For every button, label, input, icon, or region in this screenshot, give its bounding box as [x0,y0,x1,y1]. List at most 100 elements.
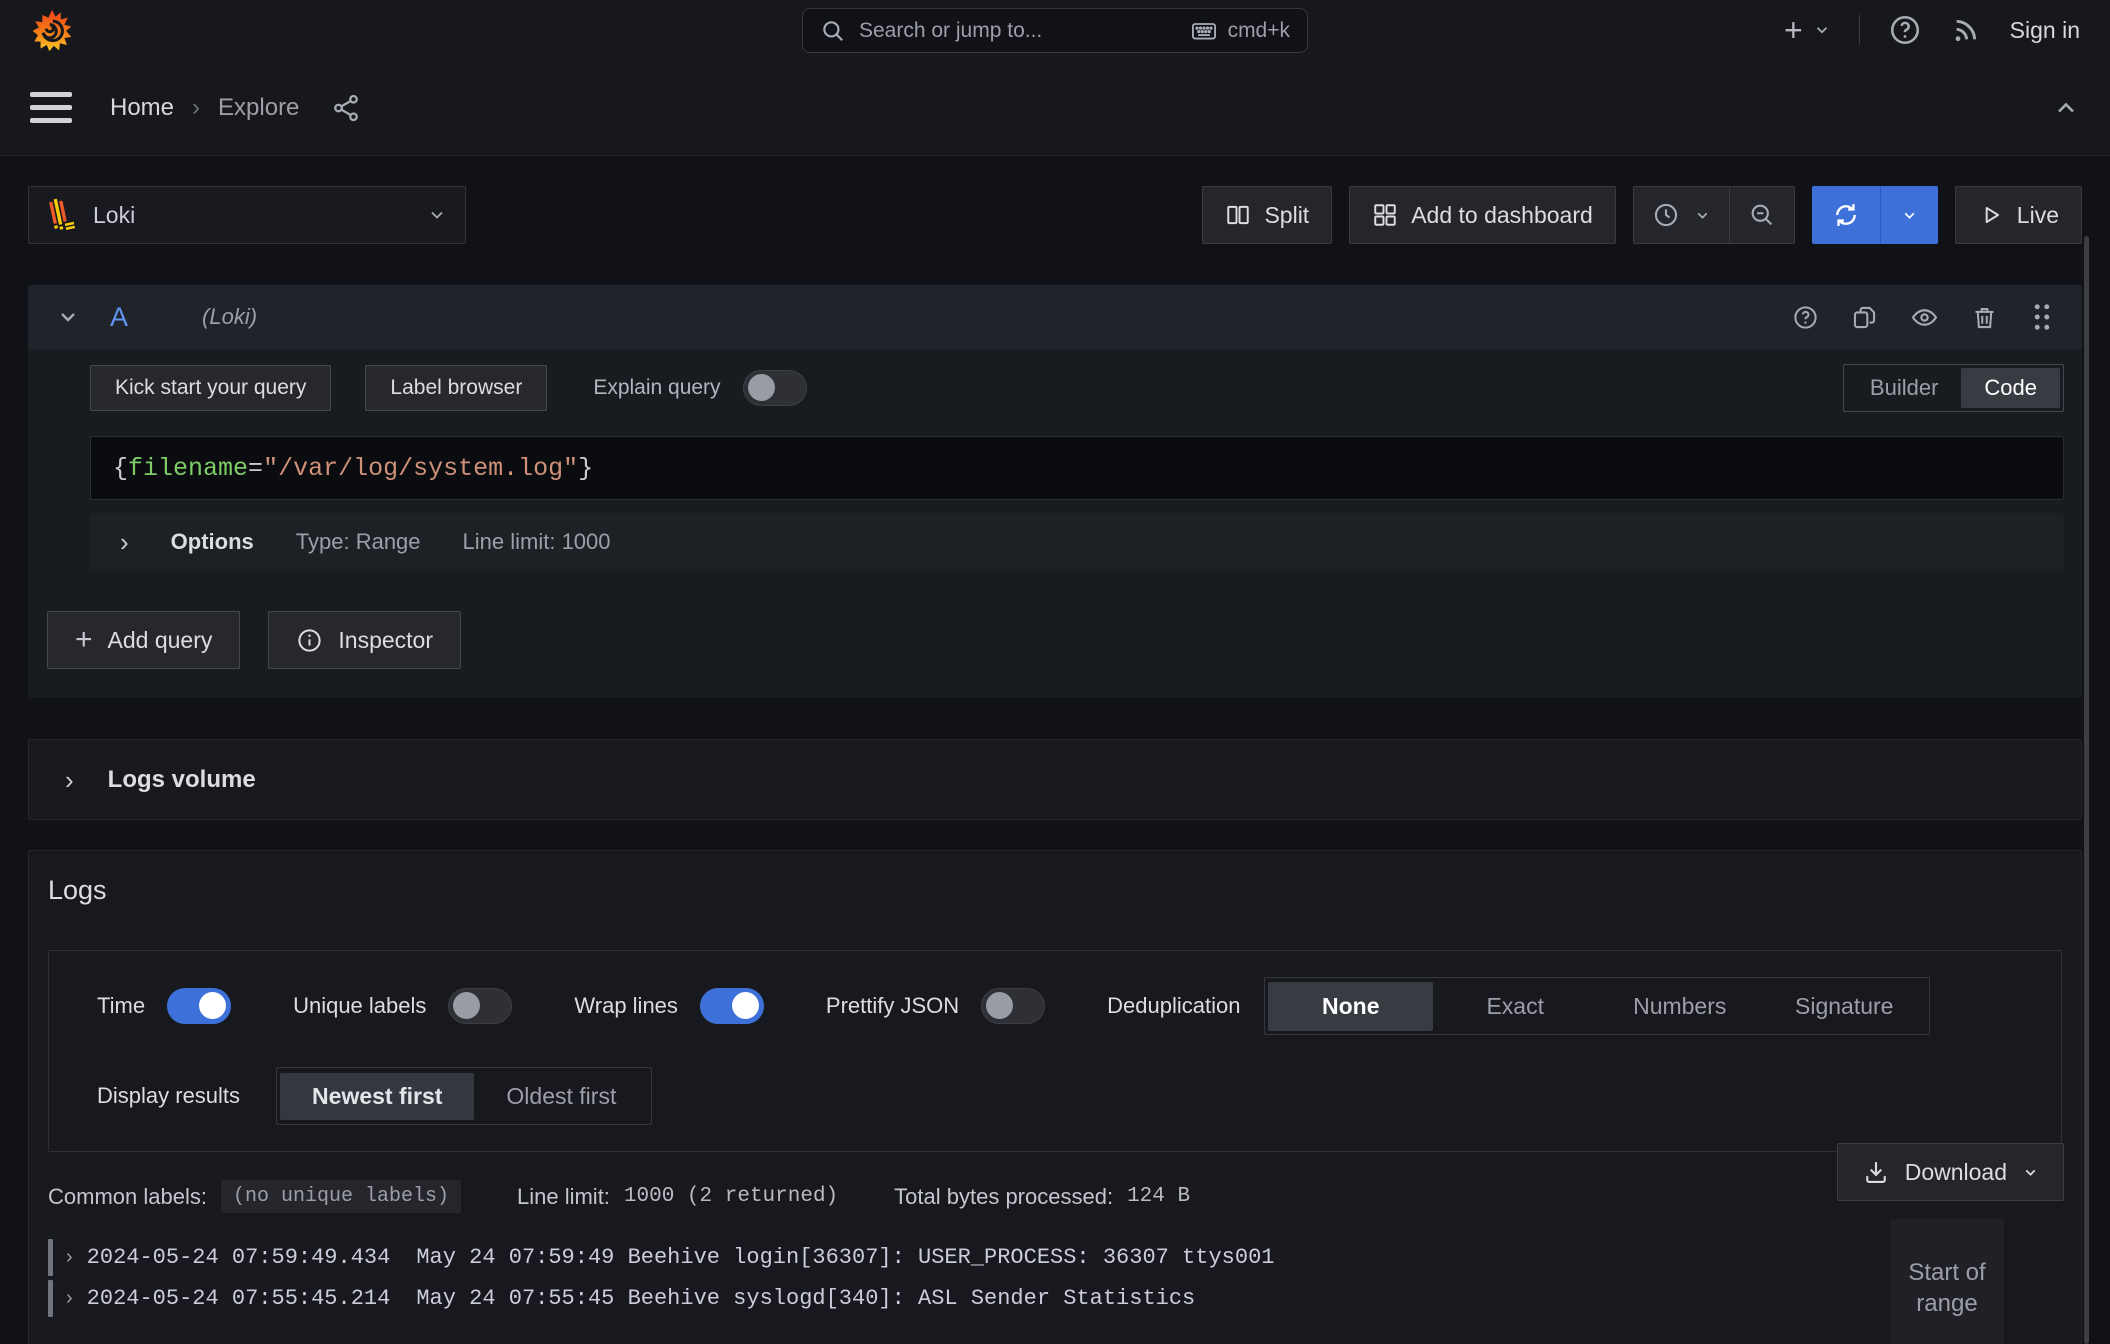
news-rss-icon[interactable] [1950,14,1982,46]
total-bytes-label: Total bytes processed: [894,1184,1113,1210]
chevron-right-icon: › [120,529,129,555]
split-label: Split [1264,202,1309,229]
chevron-down-icon [2022,1164,2039,1181]
datasource-picker[interactable]: Loki [28,186,466,244]
collapse-query-icon[interactable] [56,305,80,329]
plus-icon: + [75,625,93,655]
drag-handle-icon[interactable] [2030,302,2054,332]
time-toggle-label: Time [97,993,145,1019]
kick-start-button[interactable]: Kick start your query [90,365,331,411]
page-scrollbar[interactable] [2084,236,2089,1344]
topbar-divider [1859,15,1860,45]
query-token-close: } [578,454,593,483]
hide-response-icon[interactable] [1910,303,1939,332]
shortcut-hint: cmd+k [1190,17,1290,45]
oldest-first-option[interactable]: Oldest first [474,1073,648,1120]
share-icon[interactable] [331,93,361,123]
collapse-chrome-icon[interactable] [2052,94,2080,122]
breadcrumb-bar: Home › Explore [0,60,2110,156]
refresh-interval-dropdown[interactable] [1881,186,1938,244]
log-timestamp: 2024-05-24 07:59:49.434 [87,1245,391,1270]
unique-labels-toggle-label: Unique labels [293,993,426,1019]
download-button[interactable]: Download [1837,1143,2064,1201]
dedup-option-exact[interactable]: Exact [1433,982,1598,1031]
query-help-icon[interactable] [1792,304,1819,331]
chevron-down-icon [1813,21,1831,39]
deduplication-options: None Exact Numbers Signature [1264,977,1930,1035]
add-query-label: Add query [108,627,213,654]
query-row-header[interactable]: A (Loki) [28,285,2082,349]
dedup-option-signature[interactable]: Signature [1762,982,1927,1031]
log-level-bar [48,1280,53,1317]
menu-toggle-button[interactable] [30,92,72,123]
add-query-button[interactable]: + Add query [47,611,240,669]
breadcrumb-home[interactable]: Home [110,94,174,122]
query-token-open: { [113,454,128,483]
log-row[interactable]: › 2024-05-24 07:55:45.214 May 24 07:55:4… [48,1278,2062,1319]
logs-volume-title: Logs volume [108,766,256,794]
log-row[interactable]: › 2024-05-24 07:59:49.434 May 24 07:59:4… [48,1237,2062,1278]
log-message: May 24 07:59:49 Beehive login[36307]: US… [416,1245,1274,1270]
play-icon [1978,202,2004,228]
split-button[interactable]: Split [1202,186,1332,244]
explain-query-label: Explain query [593,376,720,400]
breadcrumb-separator: › [192,94,200,122]
search-input[interactable]: Search or jump to... cmd+k [802,8,1308,53]
remove-query-icon[interactable] [1971,304,1998,331]
live-button[interactable]: Live [1955,186,2082,244]
prettify-json-toggle[interactable] [981,988,1045,1024]
code-mode-option[interactable]: Code [1961,368,2060,408]
unique-labels-toggle-group: Unique labels [293,988,512,1024]
builder-mode-option[interactable]: Builder [1847,368,1961,408]
wrap-lines-toggle[interactable] [700,988,764,1024]
add-to-dashboard-button[interactable]: Add to dashboard [1349,186,1616,244]
chevron-right-icon: › [65,767,74,793]
sort-order-options: Newest first Oldest first [276,1067,652,1125]
keyboard-icon [1190,17,1218,45]
chevron-down-icon [427,205,447,225]
chevron-down-icon [1901,207,1918,224]
query-token-value: "/var/log/system.log" [263,454,578,483]
zoom-out-time-button[interactable] [1730,187,1794,243]
time-toggle[interactable] [167,988,231,1024]
newest-first-option[interactable]: Newest first [280,1073,474,1120]
dedup-option-numbers[interactable]: Numbers [1597,982,1762,1031]
help-icon[interactable] [1888,13,1922,47]
log-level-bar [48,1239,53,1276]
query-code-editor[interactable]: {filename="/var/log/system.log"} [90,436,2064,500]
explain-query-toggle[interactable] [743,370,807,406]
common-labels-value: (no unique labels) [221,1180,461,1213]
explore-toolbar: Loki Split Add to dashboard [28,186,2082,244]
chevron-down-icon [1694,207,1711,224]
refresh-button-group [1812,186,1938,244]
shortcut-label: cmd+k [1228,19,1290,43]
label-browser-button[interactable]: Label browser [365,365,547,411]
inspector-button[interactable]: Inspector [268,611,461,669]
time-picker-button[interactable] [1634,187,1729,243]
total-bytes-value: 124 B [1127,1185,1190,1208]
log-rows: › 2024-05-24 07:59:49.434 May 24 07:59:4… [48,1237,2062,1319]
dedup-option-none[interactable]: None [1268,982,1433,1031]
logs-title: Logs [48,875,2062,906]
options-type: Type: Range [296,529,421,555]
expand-row-icon[interactable]: › [66,1287,73,1310]
run-query-button[interactable] [1812,186,1880,244]
options-line-limit: Line limit: 1000 [463,529,611,555]
line-limit-label: Line limit: [517,1184,610,1210]
logs-volume-panel[interactable]: › Logs volume [28,739,2082,820]
time-range-controls [1633,186,1795,244]
expand-row-icon[interactable]: › [66,1246,73,1269]
query-actions-row: + Add query Inspector [28,571,2082,698]
grafana-logo[interactable] [30,7,74,53]
unique-labels-toggle[interactable] [448,988,512,1024]
prettify-json-toggle-group: Prettify JSON [826,988,1045,1024]
duplicate-query-icon[interactable] [1851,304,1878,331]
sign-in-button[interactable]: Sign in [2010,17,2080,44]
new-menu-button[interactable]: + [1784,14,1831,46]
search-icon [820,18,846,44]
breadcrumb-current: Explore [218,94,299,122]
plus-icon: + [1784,14,1803,46]
query-options-row[interactable]: › Options Type: Range Line limit: 1000 [90,513,2064,571]
query-token-label: filename [128,454,248,483]
options-title: Options [171,529,254,555]
